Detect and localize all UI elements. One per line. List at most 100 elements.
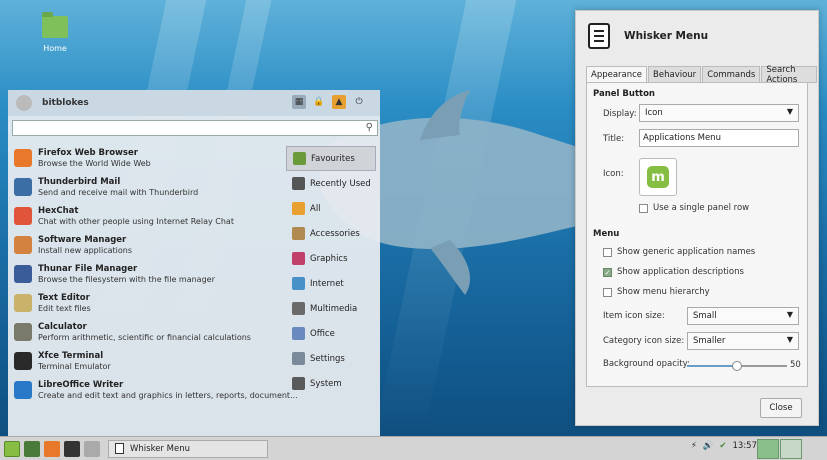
office-icon [292,327,305,340]
list-item[interactable]: Text Editor Edit text files [10,291,284,320]
app-name: Thunderbird Mail [38,177,121,187]
category-office[interactable]: Office [286,321,380,346]
dialog-title: Whisker Menu [624,30,709,42]
category-label: Graphics [310,253,348,264]
switch-user-icon[interactable]: ▲ [332,95,346,109]
all-icon [292,202,305,215]
chevron-down-icon: ▼ [786,107,793,116]
icon-picker-button[interactable]: m [639,158,677,196]
files-launcher-icon[interactable] [84,440,100,457]
list-item[interactable]: HexChat Chat with other people using Inte… [10,204,284,233]
app-name: Software Manager [38,235,127,245]
app-name: LibreOffice Writer [38,380,124,390]
tab-behaviour[interactable]: Behaviour [648,66,702,83]
lock-icon[interactable]: 🔒 [312,95,326,109]
item-icon-size-combo[interactable]: Small ▼ [687,307,799,325]
category-accessories[interactable]: Accessories [286,221,380,246]
desktop-home-icon[interactable]: Home [30,12,80,53]
tab-search-actions[interactable]: Search Actions [761,65,817,85]
category-internet[interactable]: Internet [286,271,380,296]
category-label: Favourites [311,153,355,164]
title-label: Title: [603,134,625,144]
update-shield-icon[interactable]: ✔ [719,441,726,451]
list-item[interactable]: Firefox Web Browser Browse the World Wide… [10,146,284,175]
settings-manager-icon[interactable]: ▦ [292,95,306,109]
tab-commands[interactable]: Commands [702,66,761,83]
generic-names-checkbox[interactable]: Show generic application names [603,247,755,257]
list-item[interactable]: Thunderbird Mail Send and receive mail wi… [10,175,284,204]
show-desktop-icon[interactable] [24,440,40,457]
terminal-icon [14,352,32,370]
menu-hierarchy-checkbox[interactable]: Show menu hierarchy [603,287,710,297]
multimedia-icon [292,302,305,315]
app-descriptions-checkbox[interactable]: ✓ Show application descriptions [603,267,744,277]
search-input[interactable]: ⚲ [12,120,378,136]
menu-header: bitblokes ▦ 🔒 ▲ ⏻ [8,90,380,116]
single-row-checkbox[interactable]: Use a single panel row [639,203,749,213]
category-list: Favourites Recently Used All Accessories Gra… [286,146,380,396]
workspace-1[interactable] [757,439,779,459]
category-recently-used[interactable]: Recently Used [286,171,380,196]
category-settings[interactable]: Settings [286,346,380,371]
list-item[interactable]: Calculator Perform arithmetic, scientific… [10,320,284,349]
slider-handle[interactable] [732,361,742,371]
icon-label: Icon: [603,169,624,179]
volume-icon[interactable]: 🔊 [703,441,714,451]
hexchat-icon [14,207,32,225]
list-item[interactable]: Xfce Terminal Terminal Emulator [10,349,284,378]
writer-icon [14,381,32,399]
app-description: Browse the World Wide Web [38,159,151,168]
app-description: Perform arithmetic, scientific or financ… [38,333,251,342]
opacity-value: 50 [790,360,801,370]
app-name: Xfce Terminal [38,351,104,361]
tab-appearance[interactable]: Appearance [586,66,648,83]
menu-heading: Menu [593,229,620,239]
workspace-2[interactable] [780,439,802,459]
taskbar-item-whisker-menu[interactable]: Whisker Menu [108,439,268,458]
whisker-menu-button[interactable] [4,440,20,457]
category-graphics[interactable]: Graphics [286,246,380,271]
menu-hierarchy-label: Show menu hierarchy [617,287,710,297]
log-out-icon[interactable]: ⏻ [352,95,366,109]
app-name: Firefox Web Browser [38,148,138,158]
settings-icon [292,352,305,365]
close-button[interactable]: Close [760,398,802,418]
calculator-icon [14,323,32,341]
opacity-slider[interactable] [687,361,787,371]
category-system[interactable]: System [286,371,380,396]
display-combo[interactable]: Icon ▼ [639,104,799,122]
avatar [16,95,32,111]
category-multimedia[interactable]: Multimedia [286,296,380,321]
whisker-settings-dialog: Whisker Menu Appearance Behaviour Comman… [575,10,819,426]
list-item[interactable]: Thunar File Manager Browse the filesystem… [10,262,284,291]
tab-bar: Appearance Behaviour Commands Search Act… [586,65,818,85]
display-value: Icon [645,108,663,118]
category-label: Recently Used [310,178,371,189]
terminal-launcher-icon[interactable] [64,440,80,457]
list-item[interactable]: Software Manager Install new applications [10,233,284,262]
firefox-launcher-icon[interactable] [44,440,60,457]
category-favourites[interactable]: Favourites [286,146,376,171]
app-description: Browse the filesystem with the file mana… [38,275,215,284]
list-item[interactable]: LibreOffice Writer Create and edit text a… [10,378,298,407]
mint-logo-icon: m [647,166,669,188]
favourites-icon [293,152,306,165]
app-description: Create and edit text and graphics in let… [38,391,298,400]
title-field[interactable]: Applications Menu [639,129,799,147]
app-name: Thunar File Manager [38,264,138,274]
display-label: Display: [603,109,637,119]
category-label: Internet [310,278,344,289]
bottom-panel: Whisker Menu ⚡ 🔊 ✔ 13:57 [0,436,827,460]
panel-button-heading: Panel Button [593,89,655,99]
category-icon-size-value: Smaller [693,336,726,346]
category-all[interactable]: All [286,196,380,221]
chevron-down-icon: ▼ [786,335,793,344]
home-label: Home [43,44,67,53]
clock[interactable]: 13:57 [733,441,758,451]
system-icon [292,377,305,390]
category-icon-size-combo[interactable]: Smaller ▼ [687,332,799,350]
category-label: Office [310,328,335,339]
internet-icon [292,277,305,290]
app-name: HexChat [38,206,79,216]
network-icon[interactable]: ⚡ [691,441,697,451]
